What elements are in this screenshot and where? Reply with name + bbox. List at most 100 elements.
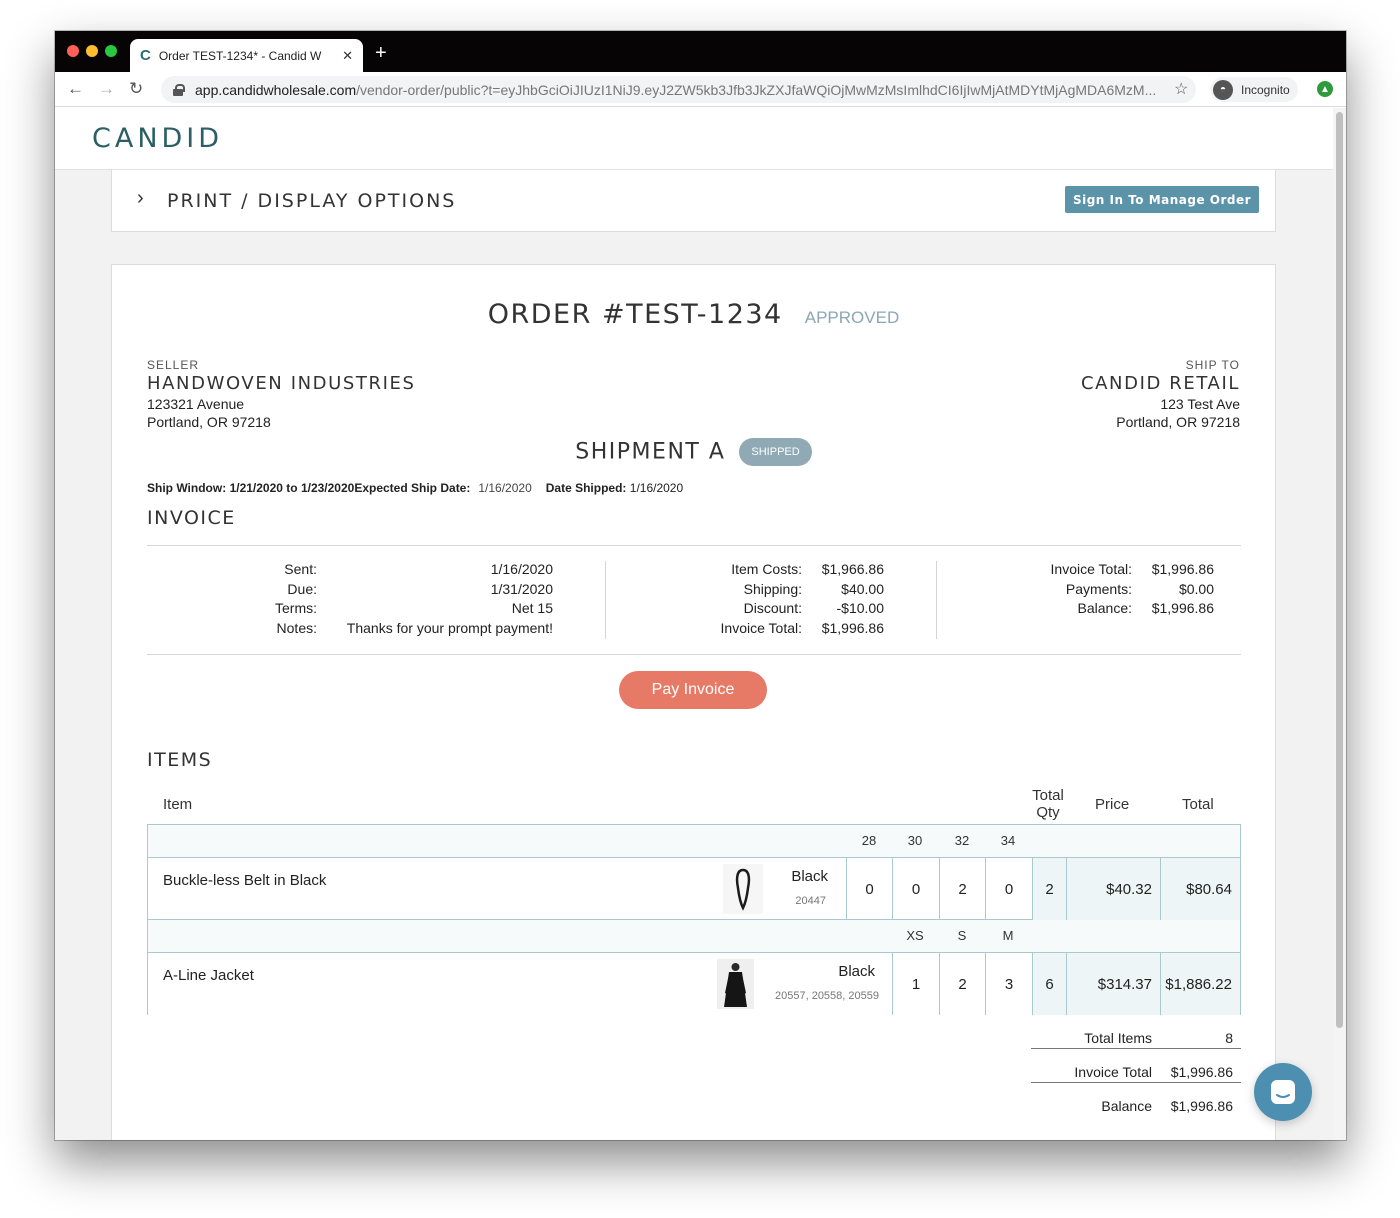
invoice-label: Discount: (743, 600, 802, 616)
invoice-row: Discount: -$10.00 (682, 600, 884, 620)
candid-logo[interactable]: CANDID (92, 123, 223, 154)
title-bar: C Order TEST-1234* - Candid W ✕ + (55, 31, 1346, 72)
ship-details: Ship Window: 1/21/2020 to 1/23/2020Expec… (147, 481, 683, 495)
order-heading: ORDER #TEST-1234 APPROVED (112, 299, 1275, 330)
invoice-value: $1,996.86 (821, 619, 884, 636)
invoice-value: 1/16/2020 (490, 561, 553, 577)
status-badge: SHIPPED (739, 438, 812, 466)
incognito-icon: ◓ (1213, 79, 1233, 100)
expected-ship-value: 1/16/2020 (478, 481, 532, 495)
invoice-row: Payments: $0.00 (1012, 581, 1214, 601)
print-display-options-toggle[interactable]: PRINT / DISPLAY OPTIONS (167, 190, 456, 212)
invoice-label: Invoice Total: (720, 619, 802, 636)
invoice-row: Balance: $1,996.86 (1012, 600, 1214, 620)
pay-invoice-button[interactable]: Pay Invoice (619, 671, 767, 709)
summary-label: Total Items (1084, 1030, 1152, 1046)
lock-icon (173, 84, 185, 96)
zoom-window-button[interactable] (105, 45, 117, 57)
quantity-cell: 2 (939, 858, 985, 920)
ship-to-name: CANDID RETAIL (1080, 373, 1240, 394)
summary-label: Invoice Total (1074, 1064, 1152, 1080)
invoice-value: $0.00 (1178, 580, 1214, 597)
url-host: app.candidwholesale.com (195, 81, 357, 98)
minimize-window-button[interactable] (86, 45, 98, 57)
seller-address-line1: 123321 Avenue (147, 396, 245, 412)
divider (147, 545, 1241, 546)
invoice-balance-column: Invoice Total: $1,996.86 Payments: $0.00 B… (1012, 561, 1214, 620)
item-color: Black (791, 868, 828, 885)
quantity-cell: 0 (846, 858, 892, 920)
items-table: 28 30 32 34 Buckle-less Belt in Black Bl… (147, 824, 1241, 1015)
summary-value: 8 (1225, 1030, 1233, 1046)
quantity-cell: 0 (985, 858, 1032, 920)
chat-launcher-button[interactable] (1254, 1063, 1312, 1121)
browser-tab[interactable]: C Order TEST-1234* - Candid W ✕ (130, 39, 363, 72)
forward-arrow-icon[interactable]: → (98, 79, 115, 99)
table-row: Buckle-less Belt in Black Black 20447 0 … (148, 858, 1240, 920)
quantity-cell: 3 (985, 953, 1032, 1015)
seller-label: SELLER (147, 358, 200, 372)
order-status: APPROVED (804, 308, 900, 327)
belt-thumbnail (723, 864, 763, 914)
shipment-title: SHIPMENT A (575, 439, 726, 465)
invoice-row: Sent: 1/16/2020 (267, 561, 553, 581)
page-viewport: CANDID › PRINT / DISPLAY OPTIONS Sign In… (55, 108, 1333, 1140)
date-shipped-value: 1/16/2020 (629, 481, 684, 495)
close-window-button[interactable] (67, 45, 79, 57)
invoice-label: Sent: (284, 561, 317, 577)
size-label: M (1002, 928, 1014, 943)
back-arrow-icon[interactable]: ← (67, 79, 84, 99)
items-title: ITEMS (147, 749, 213, 771)
item-color: Black (838, 963, 875, 980)
size-label: 30 (907, 833, 923, 848)
invoice-value: $1,996.86 (1151, 600, 1214, 616)
jacket-thumbnail (717, 959, 754, 1009)
scrollbar[interactable] (1333, 108, 1346, 1140)
invoice-value: $40.00 (841, 580, 884, 597)
invoice-row: Shipping: $40.00 (682, 581, 884, 601)
sign-in-button[interactable]: Sign In To Manage Order (1065, 186, 1259, 213)
invoice-row: Item Costs: $1,966.86 (682, 561, 884, 581)
size-label: XS (906, 928, 924, 943)
invoice-label: Item Costs: (731, 561, 802, 577)
browser-window: C Order TEST-1234* - Candid W ✕ + ← → ↻ … (55, 31, 1346, 1140)
invoice-label: Balance: (1077, 600, 1132, 616)
chevron-right-icon[interactable]: › (137, 187, 144, 210)
site-header: CANDID (55, 108, 1333, 170)
shipment-heading: SHIPMENT A SHIPPED (112, 438, 1275, 466)
ship-to-address-line1: 123 Test Ave (1160, 396, 1240, 412)
size-header-row: 28 30 32 34 (148, 825, 1240, 858)
ship-window-value: 1/21/2020 to 1/23/2020 (229, 481, 355, 495)
total-qty-cell: 6 (1032, 953, 1066, 1015)
seller-name: HANDWOVEN INDUSTRIES (147, 373, 416, 394)
reload-icon[interactable]: ↻ (129, 79, 143, 99)
invoice-label: Invoice Total: (1050, 561, 1132, 577)
divider (147, 654, 1241, 655)
url-path: /vendor-order/public?t=eyJhbGciOiJIUzI1N… (356, 81, 1157, 98)
quantity-cell: 1 (892, 953, 939, 1015)
size-label: S (957, 928, 967, 943)
address-bar[interactable]: app.candidwholesale.com/vendor-order/pub… (161, 76, 1196, 103)
column-divider (605, 561, 606, 639)
price-cell: $40.32 (1066, 858, 1160, 920)
invoice-label: Payments: (1065, 580, 1132, 597)
expected-ship-label: Expected Ship Date: (354, 481, 471, 495)
size-label: 32 (954, 833, 970, 848)
incognito-indicator[interactable]: ◓ Incognito (1210, 77, 1298, 102)
star-icon[interactable]: ☆ (1174, 79, 1188, 99)
tab-title: Order TEST-1234* - Candid W (158, 48, 322, 63)
scroll-thumb[interactable] (1336, 112, 1343, 1028)
plus-icon[interactable]: + (375, 43, 387, 63)
order-number: ORDER #TEST-1234 (487, 299, 783, 330)
close-icon[interactable]: ✕ (342, 48, 353, 64)
ship-to-address-line2: Portland, OR 97218 (1116, 414, 1240, 430)
date-shipped-label: Date Shipped: (545, 481, 627, 495)
line-total-cell: $80.64 (1160, 858, 1240, 920)
order-card: ORDER #TEST-1234 APPROVED SELLER HANDWOVE… (111, 264, 1276, 1140)
extension-icon[interactable]: ▲ (1317, 81, 1333, 97)
invoice-row: Invoice Total: $1,996.86 (1012, 561, 1214, 581)
size-label: 28 (861, 833, 877, 848)
summary-label: Balance (1101, 1098, 1152, 1114)
invoice-value: $1,966.86 (821, 561, 884, 577)
invoice-dates-column: Sent: 1/16/2020 Due: 1/31/2020 Terms: Net 1… (267, 561, 553, 639)
